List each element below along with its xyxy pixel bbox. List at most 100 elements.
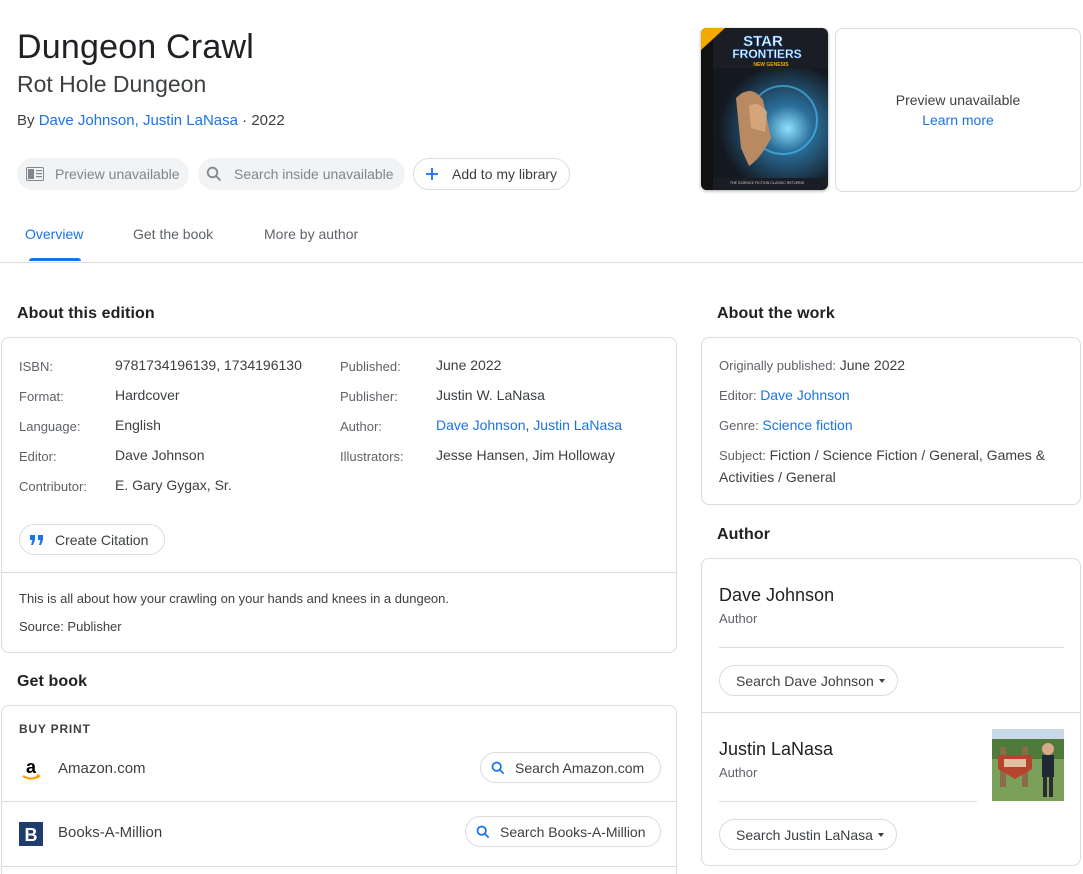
preview-button-label: Preview unavailable xyxy=(55,166,180,182)
get-book-card: BUY PRINT a Amazon.com Search Amazon.com… xyxy=(1,705,677,874)
author-heading: Author xyxy=(717,526,771,543)
author-role: Author xyxy=(719,765,758,780)
caret-down-icon xyxy=(878,678,885,683)
subject-value-line1: Fiction / Science Fiction / General, Gam… xyxy=(769,447,1046,463)
subject-row: Subject: Fiction / Science Fiction / Gen… xyxy=(719,444,1045,467)
add-to-library-button[interactable]: Add to my library xyxy=(413,158,570,190)
search-icon xyxy=(204,164,224,184)
cover-footer: THE SCIENCE FICTION CLASSIC RETURNS xyxy=(730,181,805,185)
preview-button[interactable]: Preview unavailable xyxy=(17,158,189,190)
tab-more-by-author[interactable]: More by author xyxy=(264,226,358,242)
editor-value: Dave Johnson xyxy=(115,447,205,463)
author-separator: , xyxy=(134,112,143,129)
search-books-a-million-label: Search Books-A-Million xyxy=(500,823,646,840)
genre-link[interactable]: Science fiction xyxy=(762,417,852,433)
store-divider xyxy=(2,866,676,867)
author-label: Author: xyxy=(340,419,382,434)
work-editor-link[interactable]: Dave Johnson xyxy=(760,387,850,403)
author-name-justin-lanasa[interactable]: Justin LaNasa xyxy=(719,739,833,760)
isbn-label: ISBN: xyxy=(19,359,53,374)
edition-author-link-dave-johnson[interactable]: Dave Johnson xyxy=(436,417,526,433)
search-dave-johnson-dropdown[interactable]: Search Dave Johnson xyxy=(719,665,898,696)
tab-get-the-book[interactable]: Get the book xyxy=(133,226,213,242)
author-card: Dave Johnson Author Search Dave Johnson … xyxy=(701,558,1081,866)
subject-label: Subject: xyxy=(719,448,770,463)
genre-row: Genre: Science fiction xyxy=(719,414,853,437)
search-dave-johnson-label: Search Dave Johnson xyxy=(736,672,874,689)
publication-year: 2022 xyxy=(251,112,285,129)
publisher-link[interactable]: Justin W. LaNasa xyxy=(436,387,545,403)
author-card-divider xyxy=(702,712,1080,713)
description-source: Source: Publisher xyxy=(19,619,122,634)
quote-icon xyxy=(30,534,46,545)
originally-published-row: Originally published: June 2022 xyxy=(719,354,905,377)
active-tab-indicator xyxy=(29,258,81,261)
author-divider xyxy=(719,647,1064,648)
cover-subtitle: NEW GENESIS xyxy=(753,62,789,68)
byline: By Dave Johnson, Justin LaNasa · 2022 xyxy=(17,112,285,129)
language-link[interactable]: English xyxy=(115,417,161,433)
search-inside-button[interactable]: Search inside unavailable xyxy=(198,158,405,190)
store-row-amazon: a Amazon.com Search Amazon.com xyxy=(2,738,676,802)
store-name-amazon[interactable]: Amazon.com xyxy=(58,760,146,777)
work-editor-row: Editor: Dave Johnson xyxy=(719,384,850,407)
search-justin-lanasa-dropdown[interactable]: Search Justin LaNasa xyxy=(719,819,897,850)
author-name-dave-johnson[interactable]: Dave Johnson xyxy=(719,585,834,606)
subject-row-continued: Activities / General xyxy=(719,466,836,488)
add-to-library-label: Add to my library xyxy=(452,166,558,182)
svg-text:a: a xyxy=(26,758,37,777)
plus-icon xyxy=(422,164,442,184)
book-subtitle: Rot Hole Dungeon xyxy=(17,71,207,97)
edition-author-link-justin-lanasa[interactable]: Justin LaNasa xyxy=(533,417,622,433)
search-inside-label: Search inside unavailable xyxy=(234,166,394,182)
search-amazon-label: Search Amazon.com xyxy=(515,759,645,776)
books-a-million-logo-icon: B xyxy=(19,822,43,846)
language-label: Language: xyxy=(19,419,81,434)
learn-more-link[interactable]: Learn more xyxy=(922,112,994,128)
about-edition-heading: About this edition xyxy=(17,305,155,322)
about-work-card: Originally published: June 2022 Editor: … xyxy=(701,337,1081,505)
originally-published-value: June 2022 xyxy=(839,357,906,373)
illustrators-value: Jesse Hansen, Jim Holloway xyxy=(436,447,615,463)
book-description: This is all about how your crawling on y… xyxy=(19,591,449,606)
search-icon xyxy=(491,761,505,775)
author-value: Dave Johnson, Justin LaNasa xyxy=(436,417,622,433)
book-preview-icon xyxy=(25,164,45,184)
store-name-books-a-million[interactable]: Books-A-Million xyxy=(58,824,162,841)
search-icon xyxy=(476,825,490,839)
edition-card: ISBN: 9781734196139, 1734196130 Format: … xyxy=(1,337,677,653)
edition-divider xyxy=(2,572,676,573)
format-label: Format: xyxy=(19,389,64,404)
search-books-a-million-button[interactable]: Search Books-A-Million xyxy=(465,816,661,847)
tab-overview[interactable]: Overview xyxy=(25,226,83,242)
author-link-dave-johnson[interactable]: Dave Johnson xyxy=(39,112,135,129)
amazon-logo-icon: a xyxy=(19,757,43,782)
author-link-justin-lanasa[interactable]: Justin LaNasa xyxy=(143,112,238,129)
author-photo xyxy=(992,729,1064,801)
search-amazon-button[interactable]: Search Amazon.com xyxy=(480,752,661,783)
preview-panel: Preview unavailable Learn more xyxy=(835,28,1081,192)
published-value: June 2022 xyxy=(436,357,502,373)
year-separator: · xyxy=(238,112,252,129)
about-work-heading: About the work xyxy=(717,305,835,322)
store-row-books-a-million: B Books-A-Million Search Books-A-Million xyxy=(2,802,676,866)
create-citation-label: Create Citation xyxy=(55,531,149,548)
genre-label: Genre: xyxy=(719,418,763,433)
editor-label: Editor: xyxy=(19,449,57,464)
book-title: Dungeon Crawl xyxy=(17,28,254,66)
format-value: Hardcover xyxy=(115,387,180,403)
author-role: Author xyxy=(719,611,758,626)
work-editor-label: Editor: xyxy=(719,388,761,403)
byline-prefix: By xyxy=(17,112,39,129)
buy-print-label: BUY PRINT xyxy=(19,722,91,736)
preview-unavailable-text: Preview unavailable xyxy=(895,92,1021,108)
illustrators-label: Illustrators: xyxy=(340,449,404,464)
svg-text:B: B xyxy=(25,825,38,845)
caret-down-icon xyxy=(877,832,884,837)
subject-value-line2: Activities / General xyxy=(719,469,836,485)
cover-title-frontiers: FRONTIERS xyxy=(732,47,801,61)
book-cover-image[interactable]: STAR FRONTIERS NEW GENESIS THE SCIENCE F… xyxy=(701,28,828,190)
contributor-value: E. Gary Gygax, Sr. xyxy=(115,477,232,493)
create-citation-button[interactable]: Create Citation xyxy=(19,524,165,555)
published-label: Published: xyxy=(340,359,401,374)
